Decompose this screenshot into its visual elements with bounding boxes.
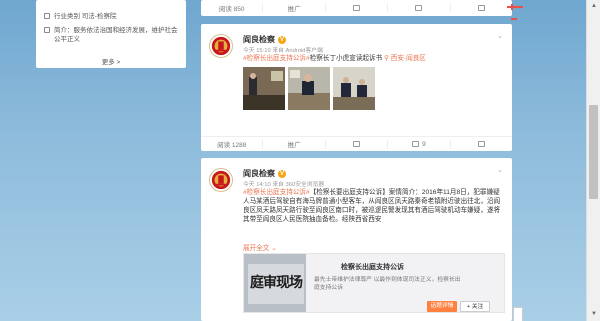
- post-text: #检察长出庭支持公诉#检察长丁小虎宣读起诉书 ⚲ 西安·阎良区: [243, 55, 426, 62]
- more-link[interactable]: 更多 >: [36, 56, 186, 66]
- promote-button[interactable]: 推广: [262, 3, 324, 13]
- comment-button[interactable]: [387, 3, 449, 12]
- link-card-image: 庭审现场: [244, 254, 306, 312]
- avatar[interactable]: [209, 34, 233, 58]
- dropdown-icon[interactable]: ⌄: [496, 167, 504, 174]
- post-toolbar: 阅读 1288 推广 9: [201, 136, 512, 151]
- topic-tag[interactable]: #检察长出庭支持公诉#: [243, 55, 310, 62]
- scroll-up-icon[interactable]: ▲: [587, 0, 600, 13]
- comment-icon: [415, 4, 423, 11]
- location-link[interactable]: ⚲ 西安·阎良区: [384, 55, 426, 62]
- dropdown-icon[interactable]: ⌄: [496, 33, 504, 40]
- post-photo-1[interactable]: [243, 67, 285, 110]
- read-count: 阅读 1288: [217, 142, 247, 149]
- forward-button[interactable]: [324, 139, 387, 149]
- verified-badge-icon: V: [278, 35, 286, 44]
- profile-info-card: 行业类别 司法-检察院 简介：服务依法治国和经济发展，维护社会公平正义 更多 >: [36, 0, 186, 68]
- topic-link-card[interactable]: 庭审现场 检察长出庭支持公诉 最先士帝维护法律尊严 以最作到体现司法正义，检察长…: [243, 253, 505, 313]
- industry-row: 行业类别 司法-检察院: [44, 12, 116, 21]
- like-icon: [477, 141, 485, 147]
- intro-icon: [44, 27, 50, 33]
- previous-post-card: 阅读 850 推广: [201, 0, 512, 16]
- like-button[interactable]: [449, 139, 512, 149]
- link-card-desc: 最先士帝维护法律尊严 以最作到体现司法正义，检察长出庭支持公诉: [314, 277, 461, 291]
- intro-row: 简介：服务依法治国和经济发展，维护社会公平正义: [44, 26, 182, 44]
- scroll-marker-small: [511, 18, 517, 20]
- weibo-post-1: 阎良检察 V 今天 15:10 来自 Android客户端 ⌄ #检察长出庭支持公…: [201, 24, 512, 151]
- verified-badge-icon: V: [278, 169, 286, 178]
- post-photo-2[interactable]: [288, 67, 330, 110]
- like-icon: [477, 4, 485, 11]
- emblem-icon: [211, 170, 231, 190]
- topic-tag[interactable]: #检察长出庭支持公诉#: [243, 189, 310, 196]
- forward-button[interactable]: [324, 3, 387, 12]
- topic-detail-button[interactable]: 话题详情: [427, 301, 457, 312]
- like-button[interactable]: [449, 3, 512, 12]
- scroll-marker-tick: [511, 4, 513, 10]
- read-count: 阅读 850: [218, 5, 245, 13]
- follow-button[interactable]: + 关注: [460, 301, 490, 312]
- side-tab[interactable]: [513, 307, 523, 321]
- scrollbar-thumb[interactable]: [589, 105, 598, 199]
- comment-button[interactable]: 9: [387, 139, 449, 149]
- promote-button[interactable]: 推广: [262, 139, 324, 149]
- avatar[interactable]: [209, 168, 233, 192]
- author-name[interactable]: 阎良检察 V: [243, 34, 286, 45]
- industry-icon: [44, 13, 50, 19]
- forward-icon: [353, 4, 361, 11]
- weibo-post-2: 阎良检察 V 今天 14:10 来自 360安全浏览器 ⌄ #检察长出庭支持公诉#…: [201, 158, 512, 321]
- scroll-down-icon[interactable]: ▼: [587, 308, 600, 321]
- post-meta: 今天 14:10 来自 360安全浏览器: [243, 182, 325, 188]
- link-card-title[interactable]: 检察长出庭支持公诉: [341, 262, 404, 272]
- scroll-marker: [507, 6, 523, 8]
- intro-text: 简介：服务依法治国和经济发展，维护社会公平正义: [54, 27, 178, 43]
- post-photo-3[interactable]: [333, 67, 375, 110]
- link-card-image-text: 庭审现场: [250, 274, 303, 290]
- comment-icon: [412, 141, 420, 147]
- expand-link[interactable]: 展开全文 ⌄: [243, 242, 277, 252]
- feed-page: 行业类别 司法-检察院 简介：服务依法治国和经济发展，维护社会公平正义 更多 >…: [0, 0, 586, 321]
- emblem-icon: [211, 36, 231, 56]
- post-meta: 今天 15:10 来自 Android客户端: [243, 48, 323, 54]
- forward-icon: [353, 141, 361, 147]
- industry-text: 行业类别 司法-检察院: [54, 13, 117, 20]
- post-toolbar: 阅读 850 推广: [201, 0, 512, 15]
- post-text: #检察长出庭支持公诉#【检察长要出庭支持公诉】案情简介：2016年11月8日，犯…: [243, 189, 501, 223]
- author-name[interactable]: 阎良检察 V: [243, 168, 286, 179]
- scrollbar[interactable]: ▲ ▼: [586, 0, 600, 321]
